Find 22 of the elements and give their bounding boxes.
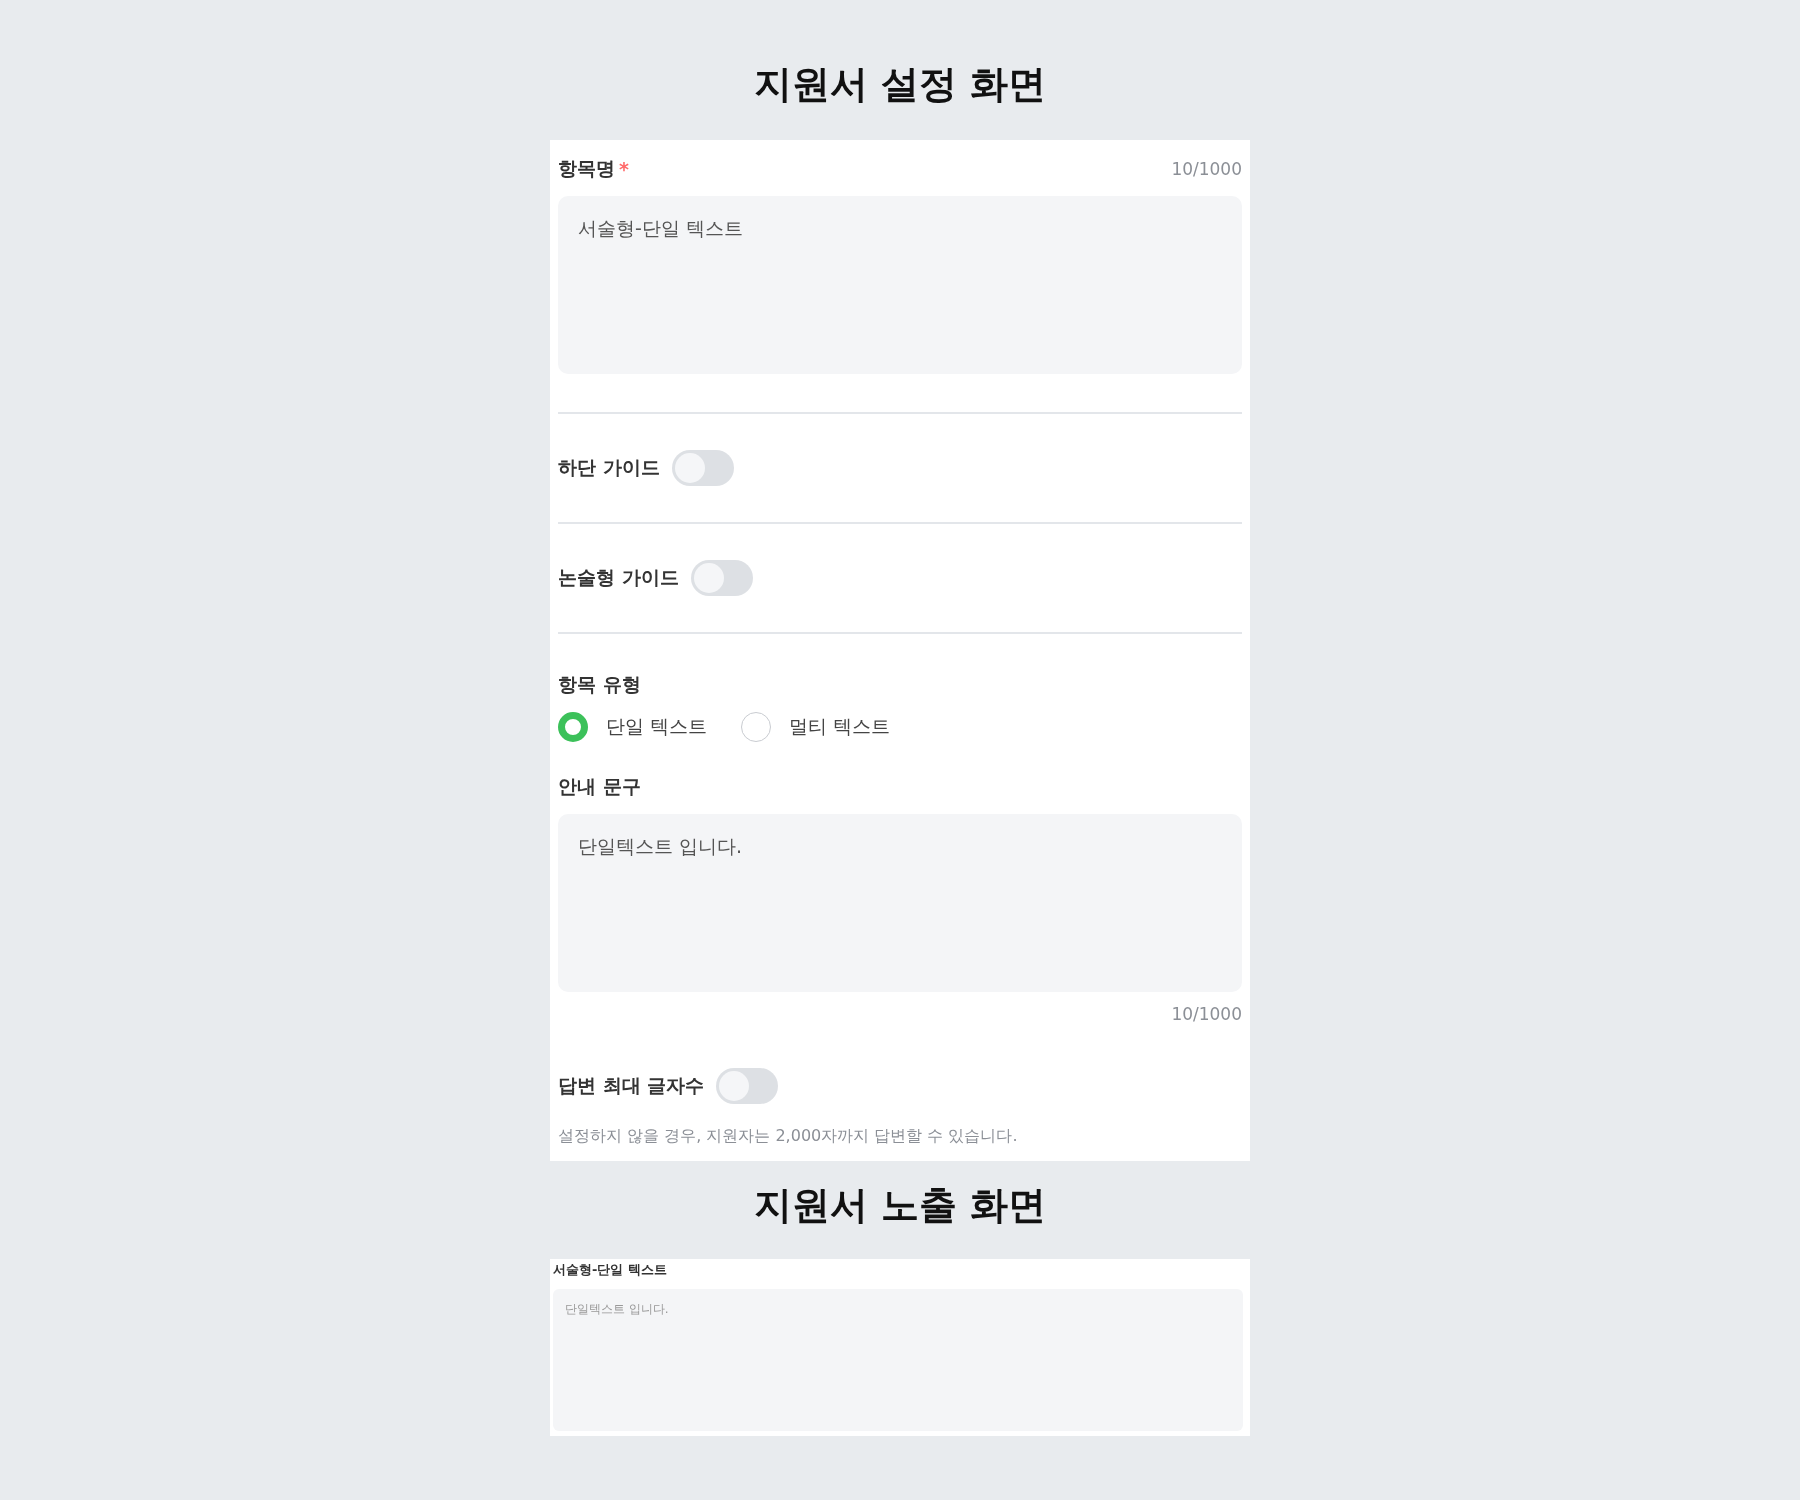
- question-label: 서술형-단일 텍스트: [552, 1261, 668, 1279]
- text-area[interactable]: 서술형-단일 텍스트: [558, 196, 1242, 374]
- radio-label[interactable]: 단일 텍스트: [606, 714, 708, 740]
- radio-label[interactable]: 멀티 텍스트: [789, 714, 891, 740]
- field-label: 답변 최대 글자수: [558, 1073, 705, 1098]
- hint-text: 설정하지 않을 경우, 지원자는 2,000자까지 답변할 수 있습니다.: [558, 1126, 1019, 1147]
- required-mark: *: [619, 158, 629, 180]
- page-title: 지원서 노출 화면: [753, 1182, 1047, 1229]
- text-area[interactable]: 단일텍스트 입니다.: [558, 814, 1242, 992]
- answer-box[interactable]: 단일텍스트 입니다.: [553, 1289, 1243, 1431]
- field-label: 논술형 가이드: [558, 565, 679, 590]
- field-label: 항목 유형: [558, 672, 642, 697]
- field-label: 항목명: [558, 156, 615, 181]
- char-counter: 10/1000: [1171, 159, 1242, 179]
- radio-button[interactable]: [558, 712, 588, 742]
- toggle-switch[interactable]: [690, 560, 753, 596]
- char-counter: 10/1000: [1171, 1004, 1242, 1024]
- toggle-switch[interactable]: [671, 450, 734, 486]
- toggle-switch[interactable]: [716, 1068, 779, 1104]
- field-label: 안내 문구: [558, 774, 641, 799]
- page-title: 지원서 설정 화면: [753, 61, 1047, 108]
- field-label: 하단 가이드: [558, 455, 660, 480]
